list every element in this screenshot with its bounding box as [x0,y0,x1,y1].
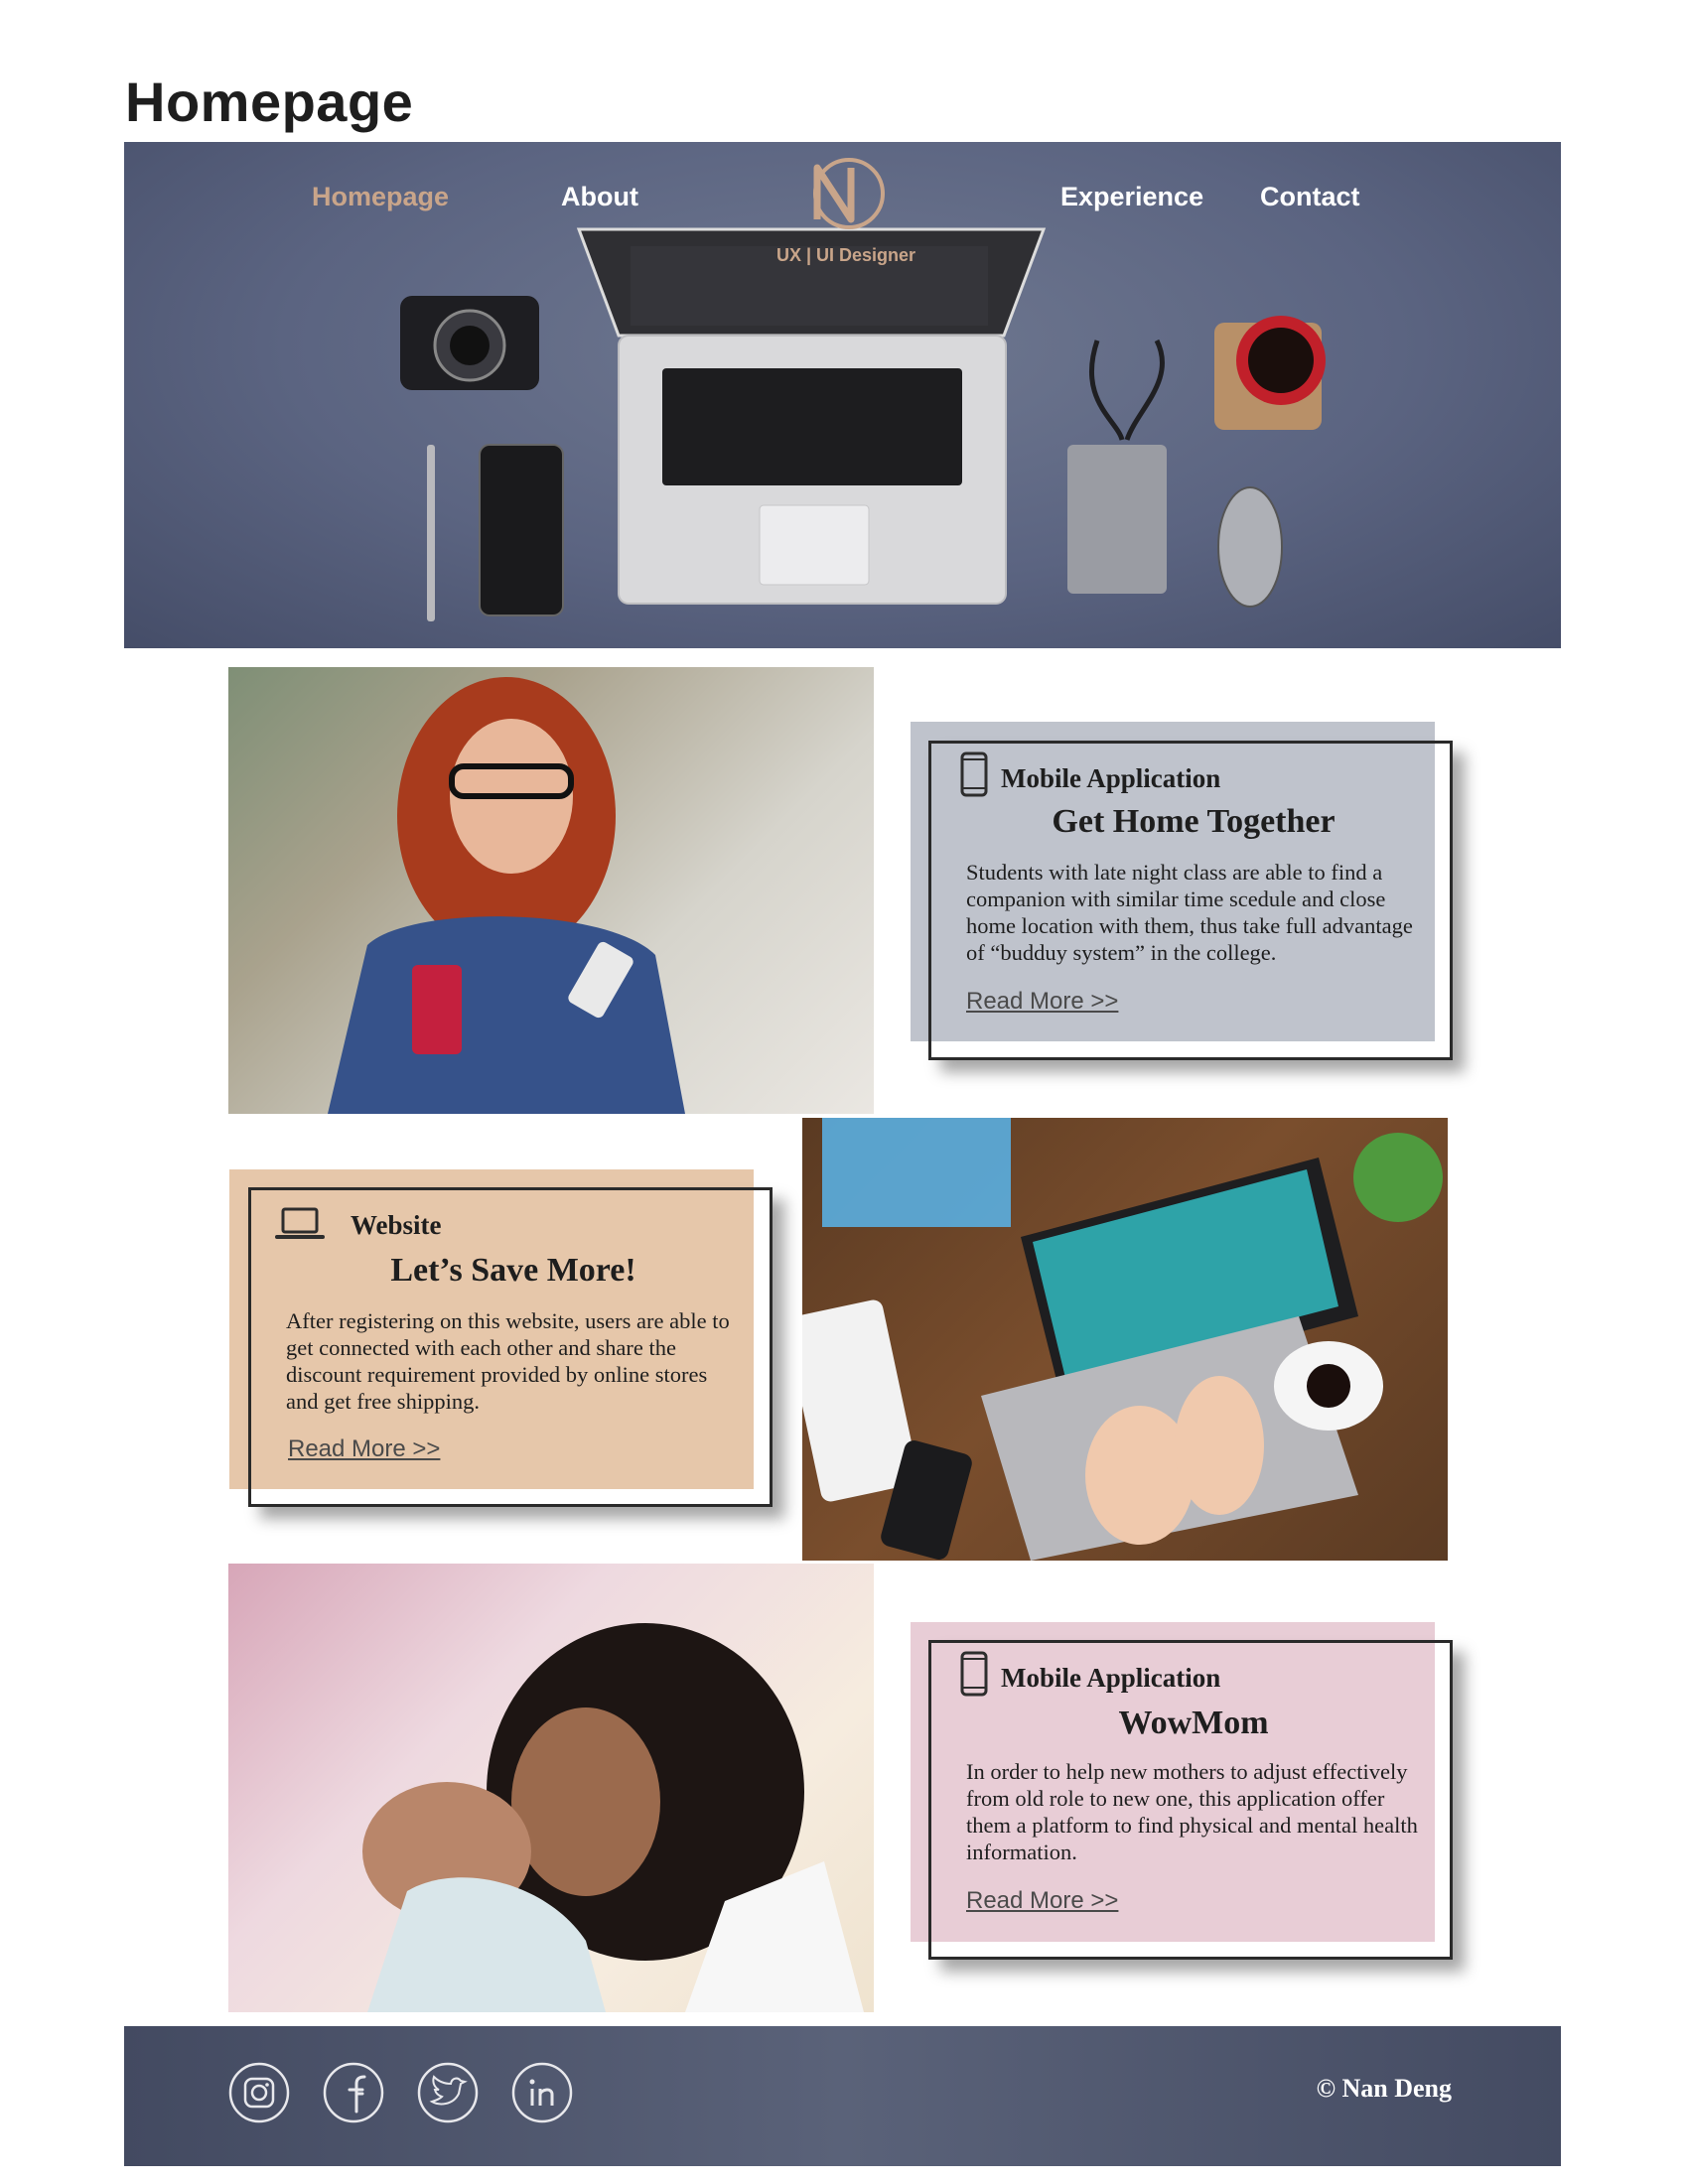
card-description: Students with late night class are able … [966,860,1413,965]
online-shopping-photo [802,1118,1448,1561]
footer: © Nan Deng [124,2026,1561,2166]
card-title: Let’s Save More! [390,1252,636,1289]
card-title: Get Home Together [1052,803,1336,840]
card-category: Website [351,1210,442,1240]
nav-contact[interactable]: Contact [1260,182,1360,212]
mother-and-baby-photo [228,1564,874,2012]
mother-photo-illustration [362,1623,864,2012]
card-category: Mobile Application [1001,763,1221,793]
laptop-icon [275,1207,325,1239]
logo-monogram[interactable] [799,156,889,235]
card-description: In order to help new mothers to adjust e… [966,1759,1418,1864]
read-more-link[interactable]: Read More >> [966,988,1118,1016]
linkedin-icon[interactable] [511,2062,573,2123]
woman-with-phone-photo [228,667,874,1114]
nav-experience[interactable]: Experience [1060,182,1203,212]
nav-about[interactable]: About [561,182,638,212]
copyright-text: © Nan Deng [1316,2074,1452,2103]
card-title: WowMom [1118,1705,1269,1741]
twitter-icon[interactable] [417,2062,479,2123]
smartphone-icon [960,751,988,797]
project-card-lets-save-more: Website Let’s Save More! After registeri… [248,1187,773,1507]
project-card-wowmom: Mobile Application WowMom In order to he… [928,1640,1453,1960]
nav-homepage[interactable]: Homepage [312,182,449,212]
read-more-link[interactable]: Read More >> [966,1887,1118,1915]
smartphone-icon [960,1651,988,1697]
instagram-icon[interactable] [228,2062,290,2123]
page-title: Homepage [125,70,414,133]
logo-tagline: UX | UI Designer [775,245,916,265]
hero-banner: Homepage About Experience Contact UX | U… [124,142,1561,648]
online-shopping-illustration [802,1118,1443,1561]
facebook-icon[interactable] [323,2062,384,2123]
project-card-get-home-together: Mobile Application Get Home Together Stu… [928,741,1453,1060]
read-more-link[interactable]: Read More >> [288,1435,440,1463]
woman-photo-illustration [328,677,685,1114]
card-description: After registering on this website, users… [286,1308,730,1414]
card-category: Mobile Application [1001,1663,1221,1693]
